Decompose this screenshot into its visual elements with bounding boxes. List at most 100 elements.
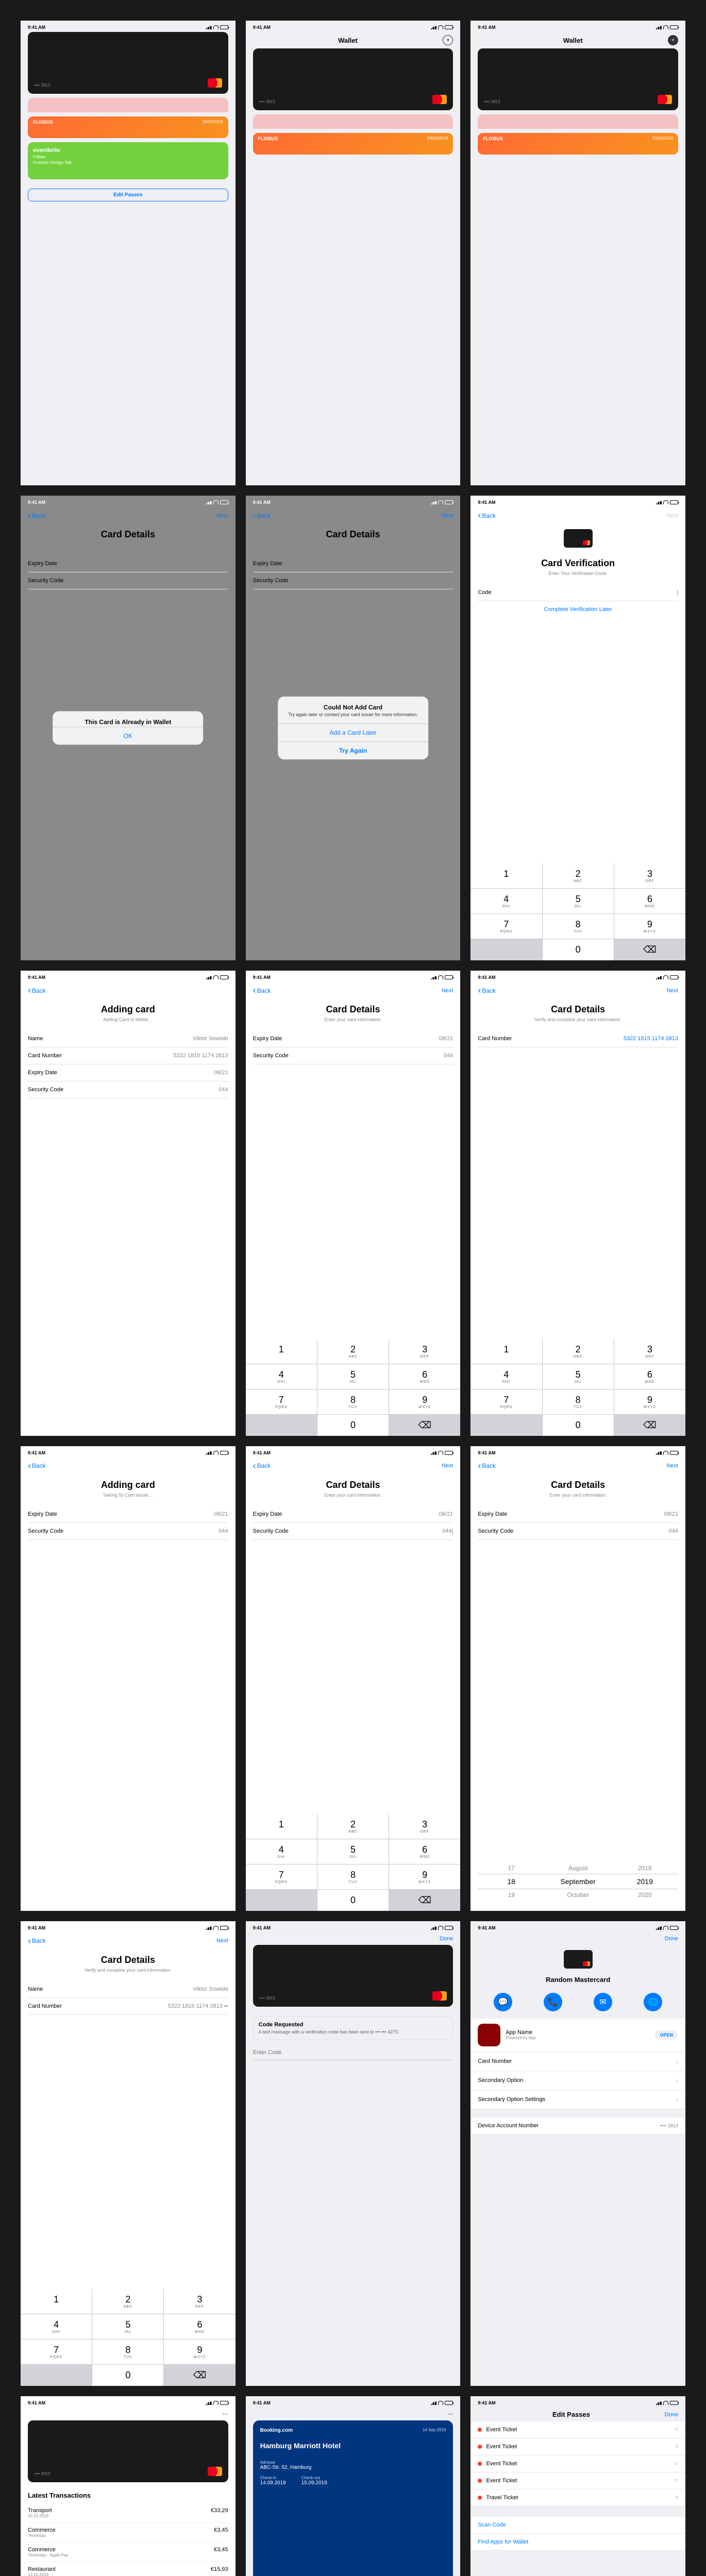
back-button[interactable]: Back bbox=[478, 985, 496, 996]
action-message-icon[interactable]: 💬 bbox=[494, 1993, 512, 2011]
delete-icon[interactable] bbox=[478, 2496, 482, 2500]
key-9[interactable]: 9WXYZ bbox=[614, 914, 685, 939]
pass-edit-row[interactable]: Event Ticket≡ bbox=[470, 2438, 685, 2455]
pass-edit-row[interactable]: Travel Ticket≡ bbox=[470, 2489, 685, 2506]
card-details-modal-1: 9:41 AM BackNext Card DetailsEnter your … bbox=[21, 496, 236, 960]
numeric-keypad[interactable]: 12ABC3DEF 4GHI5JKL6MNO 7PQRS8TUV9WXYZ 0⌫ bbox=[246, 1814, 461, 1911]
adding-card-2: 9:41 AM Back Adding cardTalking To Card … bbox=[21, 1446, 236, 1911]
page-title: Card Details bbox=[253, 529, 453, 540]
payment-card[interactable]: •••• 2813 bbox=[28, 32, 228, 94]
numeric-keypad[interactable]: 12ABC3DEF 4GHI5JKL6MNO 7PQRS8TUV9WXYZ 0⌫ bbox=[246, 1339, 461, 1436]
pass-orange[interactable]: FLIXBUS24/10/2019 bbox=[478, 133, 678, 155]
payment-card[interactable]: •••• 2813 bbox=[253, 48, 453, 110]
key-8[interactable]: 8TUV bbox=[543, 914, 614, 939]
card-details-keypad-1: 9:41 AM BackNext Card DetailsEnter your … bbox=[246, 971, 461, 1435]
pass-green[interactable]: eventbriteFabianKrutchen Design Talk bbox=[28, 142, 228, 179]
pass-edit-row[interactable]: Event Ticket≡ bbox=[470, 2421, 685, 2438]
back-button[interactable]: Back bbox=[28, 1461, 46, 1471]
pass-orange[interactable]: FLIXBUS24/10/2019 bbox=[28, 116, 228, 138]
back-button[interactable]: Back bbox=[28, 510, 46, 521]
pass-pink[interactable] bbox=[28, 98, 228, 112]
pass-edit-row[interactable]: Event Ticket≡ bbox=[470, 2472, 685, 2489]
random-mastercard-settings: 9:41 AM Done Random Mastercard 💬 📞 ✉ 🌐 A… bbox=[470, 1921, 685, 2386]
back-button[interactable]: Back bbox=[253, 510, 271, 521]
ok-button[interactable]: OK bbox=[53, 727, 204, 745]
key-7[interactable]: 7PQRS bbox=[470, 914, 542, 939]
secondary-option-row[interactable]: Secondary Option bbox=[470, 2071, 685, 2090]
complete-later-link[interactable]: Complete Verification Later bbox=[478, 606, 678, 613]
back-button[interactable]: Back bbox=[478, 510, 496, 521]
done-button[interactable]: Done bbox=[665, 2412, 678, 2418]
date-picker[interactable]: 171819 AugustSeptemberOctober 2018201920… bbox=[470, 1852, 685, 1911]
next-button[interactable]: Next bbox=[666, 988, 678, 994]
modal-already-in-wallet: This Card is Already in Wallet OK bbox=[53, 711, 204, 745]
back-button[interactable]: Back bbox=[253, 985, 271, 996]
transaction-row[interactable]: Transport15.10.2019€33,29 bbox=[28, 2503, 228, 2523]
key-0[interactable]: 0 bbox=[543, 939, 614, 960]
status-bar: 9:41 AM bbox=[470, 21, 685, 32]
status-bar: 9:41 AM bbox=[470, 971, 685, 982]
delete-icon[interactable] bbox=[478, 2428, 482, 2432]
card-number-row[interactable]: Card Number bbox=[470, 2052, 685, 2071]
action-web-icon[interactable]: 🌐 bbox=[644, 1993, 662, 2011]
payment-card[interactable]: •••• 2813 bbox=[253, 1945, 453, 2007]
add-icon[interactable]: + bbox=[668, 35, 678, 45]
back-button[interactable]: Back bbox=[28, 985, 46, 996]
next-button[interactable]: Next bbox=[442, 988, 453, 994]
key-1[interactable]: 1 bbox=[470, 863, 542, 888]
scan-code-row[interactable]: Scan Code bbox=[470, 2517, 685, 2534]
payment-card[interactable]: •••• 2813 bbox=[478, 48, 678, 110]
delete-icon[interactable] bbox=[478, 2479, 482, 2483]
grip-icon[interactable]: ≡ bbox=[675, 2478, 678, 2484]
payment-card[interactable]: •••• 2813 bbox=[28, 2420, 228, 2482]
nav-bar: Back Next bbox=[246, 507, 461, 524]
key-2[interactable]: 2ABC bbox=[543, 863, 614, 888]
grip-icon[interactable]: ≡ bbox=[675, 2461, 678, 2467]
done-button[interactable]: Done bbox=[665, 1936, 678, 1942]
transaction-row[interactable]: CommerceYesterday · Apple Pay€3,45 bbox=[28, 2543, 228, 2562]
key-4[interactable]: 4GHI bbox=[470, 889, 542, 913]
add-icon[interactable]: + bbox=[443, 35, 453, 45]
try-again-button[interactable]: Try Again bbox=[278, 741, 428, 759]
action-mail-icon[interactable]: ✉ bbox=[594, 1993, 612, 2011]
pass-edit-row[interactable]: Event Ticket≡ bbox=[470, 2455, 685, 2472]
pass-orange[interactable]: FLIXBUS24/10/2019 bbox=[253, 133, 453, 155]
key-5[interactable]: 5JKL bbox=[543, 889, 614, 913]
page-title: Card Details bbox=[478, 1004, 678, 1015]
done-button[interactable]: Done bbox=[440, 1936, 453, 1942]
code-input[interactable] bbox=[253, 2045, 453, 2060]
key-3[interactable]: 3DEF bbox=[614, 863, 685, 888]
action-call-icon[interactable]: 📞 bbox=[544, 1993, 562, 2011]
delete-icon[interactable] bbox=[478, 2445, 482, 2449]
card-transactions: 9:41 AM ⋯ •••• 2813 Latest Transactions … bbox=[21, 2396, 236, 2576]
pass-pink[interactable] bbox=[478, 114, 678, 129]
next-button[interactable]: Next bbox=[216, 513, 228, 519]
page-title: Adding card bbox=[28, 1004, 228, 1015]
find-apps-row[interactable]: Find Apps for Wallet bbox=[470, 2534, 685, 2551]
more-icon[interactable]: ⋯ bbox=[223, 2411, 228, 2417]
transactions-title: Latest Transactions bbox=[28, 2492, 228, 2499]
numeric-keypad[interactable]: 1 2ABC 3DEF 4GHI 5JKL 6MNO 7PQRS 8TUV 9W… bbox=[470, 863, 685, 960]
pass-pink[interactable] bbox=[253, 114, 453, 129]
status-bar: 9:41 AM bbox=[21, 971, 236, 982]
grip-icon[interactable]: ≡ bbox=[675, 2427, 678, 2433]
edit-passes-button[interactable]: Edit Passes bbox=[28, 189, 228, 201]
add-later-button[interactable]: Add a Card Later bbox=[278, 723, 428, 741]
delete-icon[interactable] bbox=[478, 2462, 482, 2466]
next-button[interactable]: Next bbox=[442, 513, 453, 519]
secondary-settings-row[interactable]: Secondary Option Settings bbox=[470, 2090, 685, 2109]
grip-icon[interactable]: ≡ bbox=[675, 2495, 678, 2501]
booking-pass: 9:41 AM ⋯ Booking.com14 Sep 2019 Hamburg… bbox=[246, 2396, 461, 2576]
transaction-row[interactable]: CommerceYesterday€3,45 bbox=[28, 2523, 228, 2543]
hotel-pass[interactable]: Booking.com14 Sep 2019 Hamburg Marriott … bbox=[253, 2420, 453, 2576]
app-row[interactable]: App NamePowered by AppOPEN bbox=[470, 2019, 685, 2052]
more-icon[interactable]: ⋯ bbox=[447, 2411, 453, 2417]
status-bar: 9:41 AM bbox=[21, 496, 236, 507]
key-backspace[interactable]: ⌫ bbox=[614, 939, 685, 960]
grip-icon[interactable]: ≡ bbox=[675, 2444, 678, 2450]
key-6[interactable]: 6MNO bbox=[614, 889, 685, 913]
transaction-row[interactable]: Restaurant13.10.2019€15,93 bbox=[28, 2562, 228, 2576]
numeric-keypad[interactable]: 12ABC3DEF 4GHI5JKL6MNO 7PQRS8TUV9WXYZ 0⌫ bbox=[470, 1339, 685, 1436]
numeric-keypad[interactable]: 12ABC3DEF 4GHI5JKL6MNO 7PQRS8TUV9WXYZ 0⌫ bbox=[21, 2289, 236, 2386]
page-title: Card Verification bbox=[478, 558, 678, 569]
